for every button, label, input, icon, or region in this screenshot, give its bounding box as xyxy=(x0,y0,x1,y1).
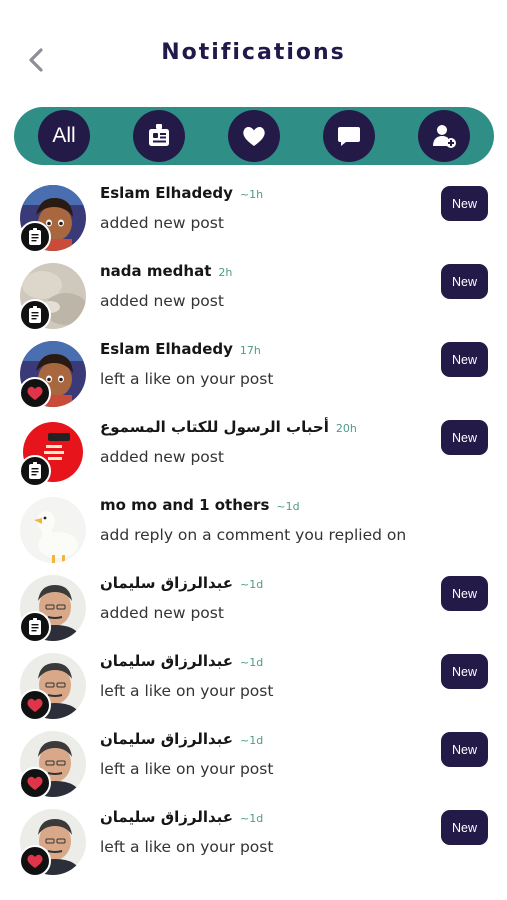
new-badge[interactable]: New xyxy=(441,264,488,299)
notification-time: 20h xyxy=(335,422,357,435)
notification-row[interactable]: عبدالرزاق سليمان ~1d added new post New xyxy=(0,568,507,646)
notification-time: ~1d xyxy=(240,734,264,747)
avatar-wrap xyxy=(19,263,86,331)
avatar-wrap xyxy=(19,731,86,799)
avatar[interactable] xyxy=(20,497,86,563)
notification-time: 2h xyxy=(218,266,233,279)
notification-name[interactable]: nada medhat xyxy=(100,262,211,280)
heart-icon xyxy=(27,776,43,790)
notification-row[interactable]: mo mo and 1 others ~1d add reply on a co… xyxy=(0,490,507,568)
notification-name[interactable]: عبدالرزاق سليمان xyxy=(100,574,233,592)
new-badge[interactable]: New xyxy=(441,810,488,845)
notification-message: left a like on your post xyxy=(100,682,274,700)
name-line: عبدالرزاق سليمان ~1d xyxy=(100,730,263,748)
notification-name[interactable]: Eslam Elhadedy xyxy=(100,340,233,358)
new-badge[interactable]: New xyxy=(441,420,488,455)
notification-name[interactable]: عبدالرزاق سليمان xyxy=(100,730,233,748)
notification-message: added new post xyxy=(100,604,224,622)
heart-icon xyxy=(27,854,43,868)
notification-message: added new post xyxy=(100,448,224,466)
notification-row[interactable]: nada medhat 2h added new post New xyxy=(0,256,507,334)
document-icon xyxy=(29,306,41,323)
name-line: nada medhat 2h xyxy=(100,262,232,280)
avatar-wrap xyxy=(19,185,86,253)
like-type-badge xyxy=(19,689,51,721)
avatar-wrap xyxy=(19,653,86,721)
filter-likes-button[interactable] xyxy=(228,110,280,162)
notification-name[interactable]: عبدالرزاق سليمان xyxy=(100,808,233,826)
add-user-icon xyxy=(433,125,456,148)
avatar-wrap xyxy=(19,341,86,409)
like-type-badge xyxy=(19,845,51,877)
new-badge[interactable]: New xyxy=(441,342,488,377)
heart-icon xyxy=(27,386,43,400)
notification-row[interactable]: أحباب الرسول للكتاب المسموع 20h added ne… xyxy=(0,412,507,490)
header: Notifications xyxy=(0,0,507,100)
new-badge[interactable]: New xyxy=(441,576,488,611)
notification-name[interactable]: mo mo and 1 others xyxy=(100,496,269,514)
notification-name[interactable]: Eslam Elhadedy xyxy=(100,184,233,202)
like-type-badge xyxy=(19,377,51,409)
notification-row[interactable]: Eslam Elhadedy ~1h added new post New xyxy=(0,178,507,256)
filter-comments-button[interactable] xyxy=(323,110,375,162)
notification-message: left a like on your post xyxy=(100,838,274,856)
document-icon xyxy=(29,618,41,635)
post-type-badge xyxy=(19,299,51,331)
notification-time: ~1d xyxy=(240,812,264,825)
notification-row[interactable]: عبدالرزاق سليمان ~1d left a like on your… xyxy=(0,646,507,724)
heart-icon xyxy=(27,698,43,712)
notification-time: ~1h xyxy=(239,188,264,201)
like-type-badge xyxy=(19,767,51,799)
notification-name[interactable]: أحباب الرسول للكتاب المسموع xyxy=(100,418,329,436)
notification-time: ~1d xyxy=(240,578,264,591)
avatar-wrap xyxy=(20,497,86,563)
new-badge[interactable]: New xyxy=(441,654,488,689)
notification-row[interactable]: عبدالرزاق سليمان ~1d left a like on your… xyxy=(0,802,507,880)
name-line: عبدالرزاق سليمان ~1d xyxy=(100,574,263,592)
notification-message: left a like on your post xyxy=(100,760,274,778)
page-title: Notifications xyxy=(161,40,346,65)
notification-row[interactable]: Eslam Elhadedy 17h left a like on your p… xyxy=(0,334,507,412)
filter-posts-button[interactable] xyxy=(133,110,185,162)
post-type-badge xyxy=(19,221,51,253)
notification-message: add reply on a comment you replied on xyxy=(100,526,407,544)
notification-name[interactable]: عبدالرزاق سليمان xyxy=(100,652,233,670)
name-line: عبدالرزاق سليمان ~1d xyxy=(100,652,263,670)
name-line: mo mo and 1 others ~1d xyxy=(100,496,300,514)
document-icon xyxy=(29,228,41,245)
name-line: Eslam Elhadedy ~1h xyxy=(100,184,263,202)
notification-time: ~1d xyxy=(276,500,300,513)
document-icon xyxy=(29,462,41,479)
name-line: عبدالرزاق سليمان ~1d xyxy=(100,808,263,826)
new-badge[interactable]: New xyxy=(441,186,488,221)
avatar-wrap xyxy=(19,809,86,877)
filter-all-button[interactable]: All xyxy=(38,110,90,162)
heart-icon xyxy=(243,127,265,146)
notification-message: added new post xyxy=(100,214,224,232)
filter-follows-button[interactable] xyxy=(418,110,470,162)
notification-time: 17h xyxy=(239,344,261,357)
post-icon xyxy=(149,124,169,146)
post-type-badge xyxy=(19,455,51,487)
comment-icon xyxy=(338,127,360,146)
avatar-wrap xyxy=(19,419,86,487)
notification-time: ~1d xyxy=(240,656,264,669)
name-line: Eslam Elhadedy 17h xyxy=(100,340,261,358)
post-type-badge xyxy=(19,611,51,643)
filter-bar: All xyxy=(14,107,494,165)
notification-row[interactable]: عبدالرزاق سليمان ~1d left a like on your… xyxy=(0,724,507,802)
notification-message: left a like on your post xyxy=(100,370,274,388)
avatar-wrap xyxy=(19,575,86,643)
new-badge[interactable]: New xyxy=(441,732,488,767)
notification-message: added new post xyxy=(100,292,224,310)
name-line: أحباب الرسول للكتاب المسموع 20h xyxy=(100,418,357,436)
